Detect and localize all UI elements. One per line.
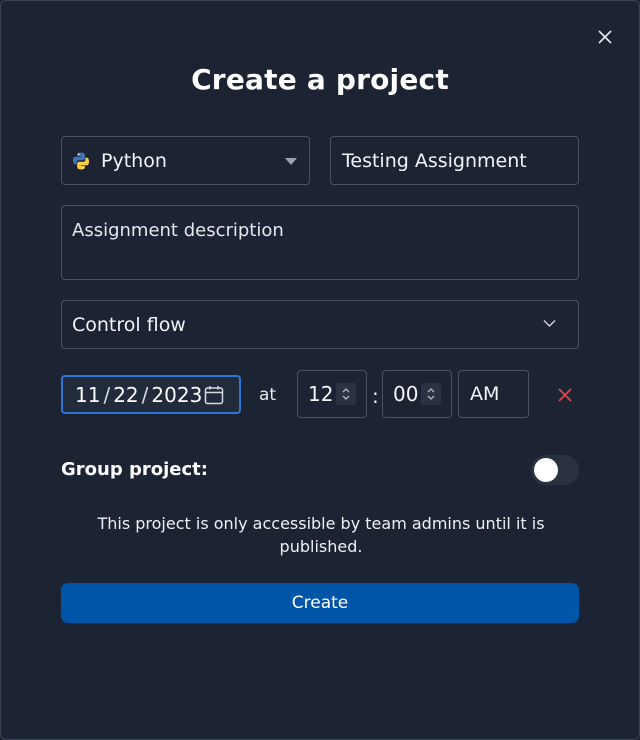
caret-down-icon — [285, 158, 297, 165]
description-textarea[interactable]: Assignment description — [61, 205, 579, 280]
chevron-down-icon — [543, 319, 556, 328]
clear-datetime-icon[interactable] — [556, 386, 574, 404]
time-separator: : — [372, 384, 379, 408]
date-month: 11 — [75, 382, 101, 407]
minute-stepper[interactable]: 00 — [382, 370, 452, 418]
close-icon — [598, 30, 612, 44]
topic-value: Control flow — [72, 313, 186, 336]
close-button[interactable] — [593, 25, 617, 49]
calendar-icon[interactable] — [204, 385, 224, 405]
am-pm-select[interactable]: AM — [458, 370, 529, 418]
at-label: at — [259, 385, 277, 405]
create-project-dialog: Create a project Python Testing Assignme… — [0, 0, 640, 740]
stepper-arrows-icon[interactable] — [336, 383, 356, 405]
assignment-name-input[interactable]: Testing Assignment — [330, 136, 579, 185]
toggle-knob — [534, 458, 558, 482]
date-separator: / — [141, 382, 149, 407]
due-date-input[interactable]: 11 / 22 / 2023 — [61, 375, 241, 414]
date-day: 22 — [113, 382, 139, 407]
language-select[interactable]: Python — [61, 136, 310, 185]
topic-select[interactable]: Control flow — [61, 300, 579, 349]
visibility-note: This project is only accessible by team … — [97, 514, 545, 556]
group-project-toggle[interactable] — [531, 455, 579, 485]
minute-value: 00 — [393, 382, 419, 406]
stepper-arrows-icon[interactable] — [421, 383, 441, 405]
group-project-label: Group project: — [61, 459, 208, 480]
description-placeholder: Assignment description — [72, 220, 284, 241]
date-year: 2023 — [151, 382, 203, 407]
hour-stepper[interactable]: 12 — [297, 370, 367, 418]
language-value: Python — [101, 149, 167, 172]
create-button[interactable]: Create — [61, 583, 579, 623]
hour-value: 12 — [308, 382, 334, 406]
date-separator: / — [103, 382, 111, 407]
dialog-title: Create a project — [191, 63, 449, 96]
python-icon — [73, 152, 89, 169]
